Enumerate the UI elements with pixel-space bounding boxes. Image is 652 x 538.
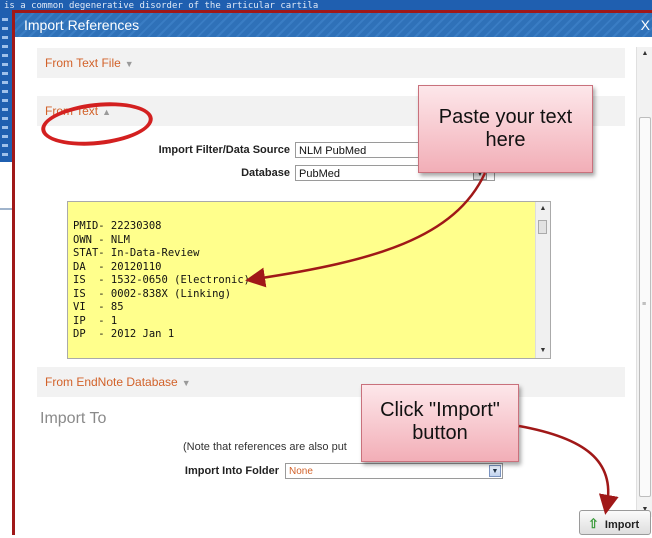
import-to-heading: Import To [40, 410, 107, 427]
dialog-scrollbar[interactable]: ▲ ≡ ▼ [636, 47, 652, 517]
scroll-up-icon[interactable]: ▲ [637, 47, 652, 61]
dialog-title: Import References [24, 17, 140, 33]
section-from-endnote[interactable]: From EndNote Database ▼ [37, 367, 625, 397]
triangle-down-icon: ▼ [181, 378, 191, 388]
close-icon[interactable]: X [641, 13, 650, 37]
import-text-content: PMID- 22230308 OWN - NLM STAT- In-Data-R… [73, 220, 251, 340]
scroll-up-icon[interactable]: ▲ [536, 202, 550, 216]
database-label: Database [241, 167, 290, 179]
paste-callout: Paste your text here [418, 85, 593, 173]
scroll-thumb[interactable]: ≡ [639, 117, 651, 497]
triangle-down-icon: ▼ [124, 59, 134, 69]
up-arrow-icon: ⇧ [588, 516, 599, 531]
import-text-area[interactable]: PMID- 22230308 OWN - NLM STAT- In-Data-R… [67, 201, 551, 359]
grip-icon: ≡ [642, 301, 647, 308]
folder-value: None [289, 466, 313, 477]
background-panel [0, 12, 12, 162]
arrow-to-import-button [518, 424, 619, 515]
folder-label: Import Into Folder [184, 465, 279, 477]
chevron-down-icon[interactable]: ▼ [489, 465, 501, 477]
section-label: From EndNote Database [45, 375, 178, 389]
scroll-down-icon[interactable]: ▼ [536, 344, 550, 358]
section-label: From Text File [45, 56, 121, 70]
filter-label: Import Filter/Data Source [158, 144, 290, 156]
dialog-titlebar[interactable]: Import References X [15, 13, 652, 37]
section-from-text-file[interactable]: From Text File ▼ [37, 48, 625, 78]
background-divider [0, 208, 12, 210]
import-button-label: Import [604, 519, 640, 531]
scroll-thumb[interactable] [538, 220, 547, 234]
import-note: (Note that references are also put [183, 441, 347, 453]
import-callout: Click "Import" button [361, 384, 519, 462]
textarea-scrollbar[interactable]: ▲ ▼ [535, 202, 550, 358]
folder-select[interactable]: None ▼ [285, 463, 503, 479]
import-button[interactable]: ⇧ Import [579, 510, 651, 535]
import-references-dialog: Import References X From Text File ▼ From… [12, 10, 652, 535]
